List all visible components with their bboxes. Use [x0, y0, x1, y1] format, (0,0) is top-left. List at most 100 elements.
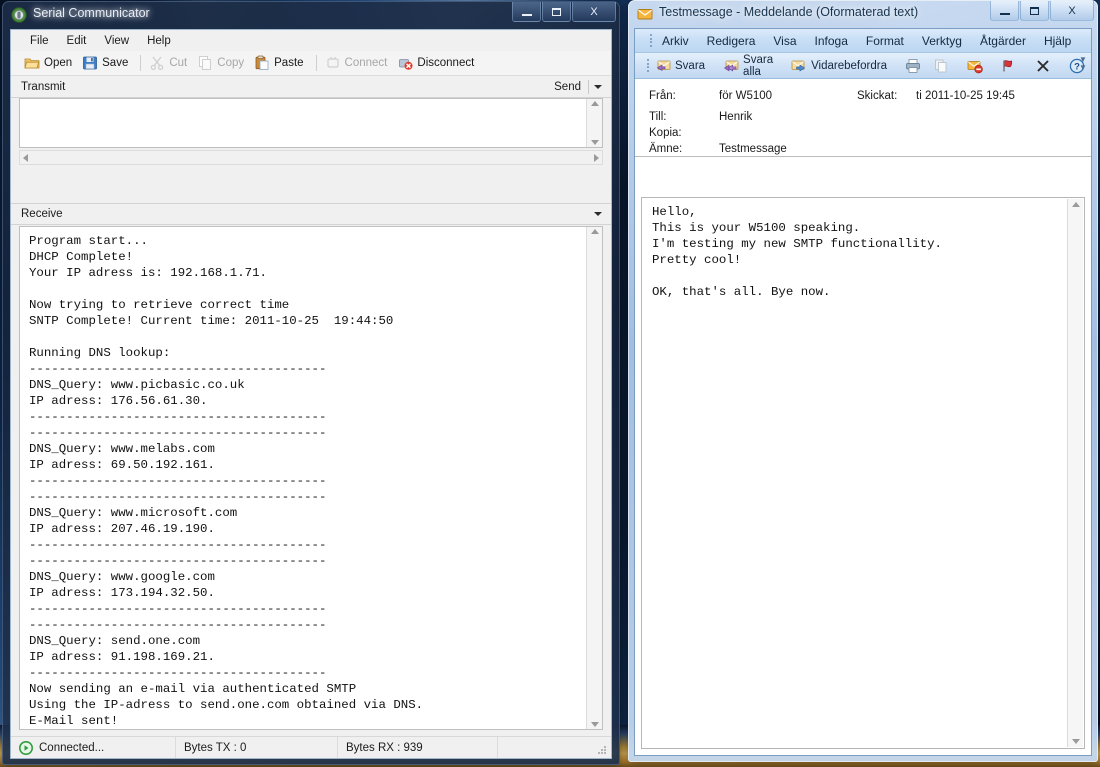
to-label: Till: — [649, 111, 666, 123]
paste-icon — [254, 55, 270, 71]
mail-body-text: Hello, This is your W5100 speaking. I'm … — [642, 198, 1066, 748]
scroll-up-icon[interactable] — [1072, 202, 1080, 207]
forward-button[interactable]: Vidarebefordra — [785, 57, 893, 75]
serial-menubar: File Edit View Help — [11, 30, 611, 51]
transmit-horizontal-scrollbar[interactable] — [19, 150, 603, 165]
menu-item-edit[interactable]: Edit — [58, 33, 96, 49]
mail-menubar: Arkiv Redigera Visa Infoga Format Verkty… — [635, 29, 1091, 53]
scroll-down-icon[interactable] — [591, 722, 599, 727]
close-button[interactable]: X — [1050, 1, 1094, 21]
disconnect-icon — [397, 55, 413, 71]
menu-item-redigera[interactable]: Redigera — [698, 32, 765, 50]
block-sender-icon — [967, 58, 983, 74]
menu-item-infoga[interactable]: Infoga — [806, 32, 857, 50]
menu-item-hjalp[interactable]: Hjälp — [1035, 32, 1080, 50]
delete-button[interactable] — [1029, 57, 1057, 75]
close-button[interactable]: X — [572, 2, 616, 22]
save-label: Save — [102, 57, 128, 69]
scroll-down-icon[interactable] — [591, 140, 599, 145]
serial-client-area: File Edit View Help Open Save — [10, 29, 612, 759]
toolbar-overflow-icon[interactable]: ▼▼ — [1078, 56, 1088, 72]
scroll-left-icon[interactable] — [23, 154, 28, 162]
paste-button[interactable]: Paste — [251, 54, 310, 72]
forward-icon — [791, 58, 807, 74]
floppy-save-icon — [82, 55, 98, 71]
receive-title: Receive — [21, 208, 63, 220]
receive-log: Program start... DHCP Complete! Your IP … — [20, 227, 585, 729]
copy-icon — [197, 55, 213, 71]
minimize-button[interactable] — [990, 1, 1019, 21]
folder-open-icon — [24, 55, 40, 71]
receive-vertical-scrollbar[interactable] — [586, 227, 602, 729]
cut-button[interactable]: Cut — [146, 54, 194, 72]
reply-button[interactable]: Svara — [649, 57, 711, 75]
print-button[interactable] — [899, 57, 927, 75]
envelope-icon — [637, 6, 653, 22]
close-icon: X — [590, 6, 597, 18]
paste-label: Paste — [274, 57, 303, 69]
status-spacer — [498, 737, 611, 758]
block-sender-button[interactable] — [961, 57, 989, 75]
menu-item-visa[interactable]: Visa — [764, 32, 805, 50]
receive-options-dropdown[interactable] — [589, 212, 607, 216]
scroll-up-icon[interactable] — [591, 229, 599, 234]
connect-plug-icon — [325, 55, 341, 71]
menu-item-file[interactable]: File — [21, 33, 58, 49]
reply-all-icon — [723, 58, 739, 74]
mail-titlebar[interactable]: Testmessage - Meddelande (Oformaterad te… — [628, 0, 1098, 28]
menu-item-format[interactable]: Format — [857, 32, 913, 50]
mail-header-block: Från: för W5100 Skickat: ti 2011-10-25 1… — [635, 79, 1091, 157]
menu-item-verktyg[interactable]: Verktyg — [913, 32, 971, 50]
menu-item-atgarder[interactable]: Åtgärder — [971, 32, 1035, 50]
reply-label: Svara — [675, 60, 705, 72]
menu-item-view[interactable]: View — [95, 33, 138, 49]
transmit-textarea[interactable] — [19, 98, 603, 148]
menu-item-help[interactable]: Help — [138, 33, 180, 49]
reply-all-button[interactable]: Svara alla — [717, 53, 779, 79]
close-icon: X — [1068, 5, 1075, 17]
subject-label: Ämne: — [649, 143, 682, 155]
mail-body-vertical-scrollbar[interactable] — [1067, 199, 1083, 747]
mail-client-area: Arkiv Redigera Visa Infoga Format Verkty… — [634, 28, 1092, 756]
connect-button[interactable]: Connect — [322, 54, 395, 72]
serial-toolbar: Open Save Cut Copy — [11, 51, 611, 76]
serial-titlebar[interactable]: Serial Communicator X — [2, 1, 620, 29]
mail-body-area[interactable]: Hello, This is your W5100 speaking. I'm … — [641, 197, 1085, 749]
transmit-text — [20, 99, 585, 147]
copy-button[interactable]: Copy — [194, 54, 251, 72]
receive-textarea[interactable]: Program start... DHCP Complete! Your IP … — [19, 226, 603, 730]
copy-button[interactable] — [927, 57, 955, 75]
scroll-down-icon[interactable] — [1072, 739, 1080, 744]
menu-item-arkiv[interactable]: Arkiv — [653, 32, 698, 50]
send-button[interactable]: Send — [554, 81, 588, 93]
scissors-icon — [149, 55, 165, 71]
resize-grip-icon[interactable] — [596, 744, 608, 756]
save-button[interactable]: Save — [79, 54, 135, 72]
serial-statusbar: Connected... Bytes TX : 0 Bytes RX : 939 — [11, 736, 611, 758]
open-label: Open — [44, 57, 72, 69]
send-options-dropdown[interactable] — [589, 85, 607, 89]
mail-toolbar: Svara Svara alla Vidarebefordra — [635, 53, 1091, 79]
receive-header: Receive — [11, 203, 611, 225]
app-icon — [11, 7, 27, 23]
disconnect-button[interactable]: Disconnect — [394, 54, 481, 72]
copy-icon — [933, 58, 949, 74]
delete-x-icon — [1035, 58, 1051, 74]
scroll-right-icon[interactable] — [594, 154, 599, 162]
flag-button[interactable] — [995, 57, 1023, 75]
disconnect-label: Disconnect — [417, 57, 474, 69]
serial-window-title: Serial Communicator — [33, 6, 150, 20]
scroll-up-icon[interactable] — [591, 101, 599, 106]
transmit-vertical-scrollbar[interactable] — [586, 99, 602, 147]
mail-message-window: Testmessage - Meddelande (Oformaterad te… — [628, 0, 1098, 762]
minimize-button[interactable] — [512, 2, 541, 22]
reply-all-label: Svara alla — [743, 54, 773, 78]
maximize-button[interactable] — [1020, 1, 1049, 21]
flag-icon — [1001, 58, 1017, 74]
maximize-button[interactable] — [542, 2, 571, 22]
serial-window-buttons: X — [511, 2, 616, 22]
cut-label: Cut — [169, 57, 187, 69]
status-bytes-rx-text: Bytes RX : 939 — [346, 742, 423, 754]
status-connection: Connected... — [11, 737, 176, 758]
open-button[interactable]: Open — [21, 54, 79, 72]
